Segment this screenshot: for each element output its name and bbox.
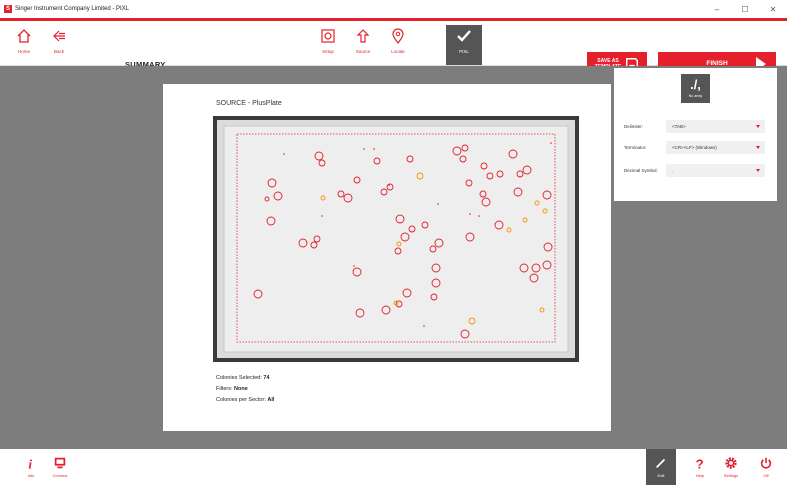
delimiter-row: Delimiter: <TAB> [624, 120, 765, 133]
selection-stats: Colonies Selected: 74 Filters: None Colo… [216, 373, 274, 406]
dropdown-caret-icon [756, 169, 760, 172]
dropdown-caret-icon [756, 146, 760, 149]
decimal-symbol-select[interactable]: . [666, 164, 765, 177]
question-mark-icon: ? [696, 456, 704, 470]
colony-speck [469, 213, 471, 215]
location-pin-icon [392, 28, 404, 44]
colonies-selected-line: Colonies Selected: 74 [216, 375, 270, 381]
info-icon: i [28, 456, 32, 470]
edit-button[interactable]: Edit [646, 449, 676, 485]
toolbar: Home Back SUMMARY Setup Source Locate PI… [0, 21, 787, 75]
back-button[interactable]: Back [41, 25, 77, 63]
svg-text:?: ? [696, 456, 704, 470]
connect-button[interactable]: Connect [45, 449, 75, 485]
colony-speck [283, 153, 285, 155]
delimiter-format-button[interactable]: ./, No array [681, 74, 710, 103]
help-button[interactable]: ? Help [685, 449, 715, 485]
maximize-button[interactable]: ☐ [731, 0, 759, 18]
colony-speck [353, 265, 355, 267]
source-title: SOURCE - PlusPlate [216, 100, 282, 107]
setup-button[interactable]: Setup [310, 25, 346, 63]
colony-speck [321, 215, 323, 217]
monitor-icon [54, 457, 66, 469]
pixl-button[interactable]: PIXL [446, 25, 482, 65]
colonies-per-sector-line: Colonies per Sector: All [216, 397, 275, 403]
plate-surface [223, 125, 569, 353]
colony-speck [388, 184, 390, 186]
delimiter-glyph-icon: ./, [690, 77, 701, 92]
back-arrow-icon [53, 30, 65, 42]
source-button[interactable]: Source [345, 25, 381, 63]
colony-speck [478, 215, 480, 217]
svg-text:i: i [28, 456, 32, 470]
pencil-icon [656, 458, 666, 468]
decimal-row: Decimal Symbol: . [624, 164, 765, 177]
colony-speck [423, 325, 425, 327]
plate-view[interactable] [213, 116, 579, 362]
info-button[interactable]: i Info [16, 449, 46, 485]
close-window-button[interactable]: ✕ [759, 0, 787, 18]
terminator-select[interactable]: <CR><LF> (Windows) [666, 141, 765, 154]
gear-icon [725, 457, 737, 469]
colony-speck [550, 142, 552, 144]
home-icon [17, 29, 31, 43]
setup-plate-icon [321, 29, 335, 43]
colony-speck [373, 148, 375, 150]
checkmark-icon [457, 30, 471, 42]
power-off-button[interactable]: Off [751, 449, 781, 485]
terminator-row: Terminator: <CR><LF> (Windows) [624, 141, 765, 154]
minimize-button[interactable]: – [703, 0, 731, 18]
locate-button[interactable]: Locate [380, 25, 416, 63]
window-titlebar: S Singer Instrument Company Limited - PI… [0, 0, 787, 18]
settings-button[interactable]: Settings [716, 449, 746, 485]
export-settings-panel: ./, No array Delimiter: <TAB> Terminator… [614, 68, 777, 201]
dropdown-caret-icon [756, 125, 760, 128]
colony-speck [437, 203, 439, 205]
upload-arrow-icon [356, 29, 370, 43]
app-logo-icon: S [4, 5, 12, 13]
filters-line: Filters: None [216, 386, 248, 392]
colony-speck [363, 148, 365, 150]
power-icon [760, 457, 772, 469]
delimiter-select[interactable]: <TAB> [666, 120, 765, 133]
window-title: Singer Instrument Company Limited - PIXL [15, 6, 130, 12]
footer-bar: i Info Connect Edit ? Help Settings Off [0, 449, 787, 485]
home-button[interactable]: Home [6, 25, 42, 63]
